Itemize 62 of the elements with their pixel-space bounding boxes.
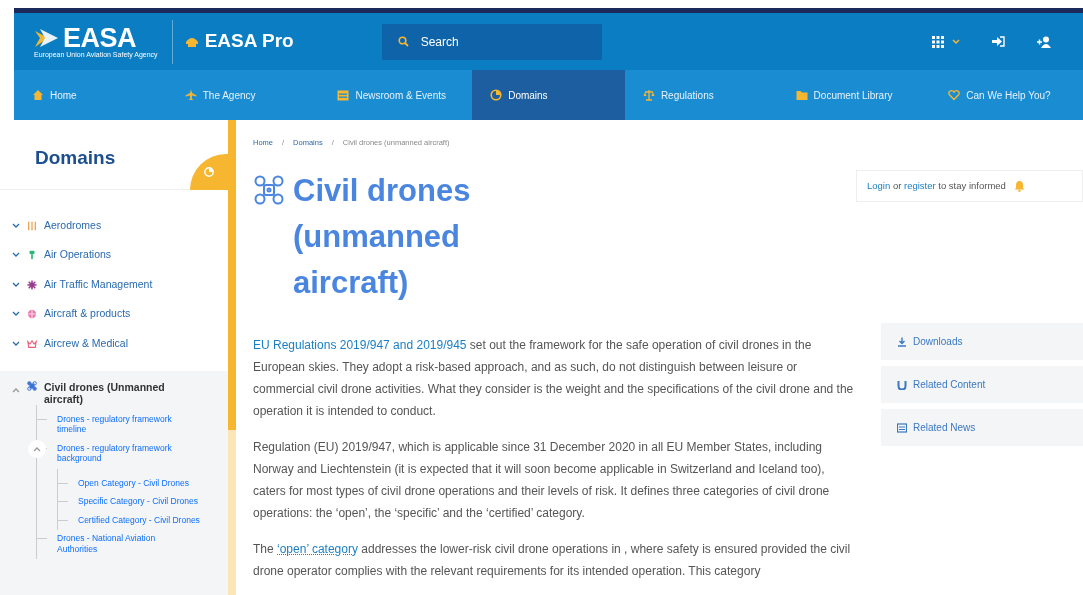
pie-chart-icon xyxy=(490,89,503,101)
side-tab[interactable]: Related Content xyxy=(881,366,1083,403)
collapse-chevron-icon[interactable] xyxy=(12,386,20,393)
folder-icon xyxy=(795,89,808,101)
download-icon xyxy=(897,336,907,347)
nav-tab[interactable]: The Agency xyxy=(166,70,320,120)
search-field[interactable]: Search xyxy=(381,23,602,60)
sidebar-subitem[interactable]: Drones - regulatory framework timeline xyxy=(57,413,187,435)
sidebar-item[interactable]: Aerodromes xyxy=(44,217,102,234)
caret-icon xyxy=(952,38,960,45)
expand-chevron-icon[interactable] xyxy=(12,311,20,318)
nav-tab[interactable]: Domains xyxy=(472,70,625,120)
nav-tab[interactable]: Document Library xyxy=(777,70,931,120)
search-icon xyxy=(397,36,409,47)
newspaper-icon xyxy=(897,422,907,433)
drone-icon xyxy=(253,174,285,207)
sidebar-subitem[interactable]: Specific Category - Civil Drones xyxy=(78,496,208,507)
calendar-icon xyxy=(337,89,350,101)
logo-text: EASA xyxy=(63,24,136,51)
expand-chevron-icon[interactable] xyxy=(12,222,20,229)
sidebar-item[interactable]: Aircraft & products xyxy=(44,306,131,323)
sign-in-icon[interactable] xyxy=(992,36,1005,47)
nav-tab[interactable]: Newsroom & Events xyxy=(319,70,473,120)
paragraph: The ‘open’ category addresses the lower-risk civil drone operations in , where safety is ensured provided the civil drone operator complies with the relevant requirements for its intended operation. This category xyxy=(253,541,852,581)
magnet-icon xyxy=(897,379,907,390)
expand-chevron-icon[interactable] xyxy=(12,281,20,288)
nav-tab[interactable]: Can We Help You? xyxy=(930,70,1083,120)
nav-tab[interactable]: Home xyxy=(14,70,167,120)
sidebar-subitem[interactable]: Open Category - Civil Drones xyxy=(78,477,208,488)
subscribe-text: Login or register to stay informed xyxy=(867,178,1006,193)
pie-chart-icon xyxy=(204,167,214,177)
sidebar-subitem[interactable]: Certified Category - Civil Drones xyxy=(78,514,208,525)
apps-menu-button[interactable] xyxy=(932,35,960,48)
collapse-chevron-icon[interactable] xyxy=(33,445,41,452)
expand-chevron-icon[interactable] xyxy=(12,252,20,259)
product-name: EASA Pro xyxy=(204,29,294,54)
text-link[interactable]: register xyxy=(904,179,936,191)
page-title: Civil drones (unmanned aircraft) xyxy=(293,172,472,303)
sidebar-item[interactable]: Aircrew & Medical xyxy=(44,335,129,352)
scales-icon xyxy=(642,89,655,101)
nav-tab[interactable]: Regulations xyxy=(624,70,778,120)
term-link[interactable]: ‘open’ category xyxy=(277,542,358,557)
text-link[interactable]: EU Regulations 2019/947 and 2019/945 xyxy=(253,338,467,353)
side-tab[interactable]: Related News xyxy=(881,409,1083,446)
paragraph: Regulation (EU) 2019/947, which is applicable since 31 December 2020 in all EU Member States, including Norway and Liechtenstein (it is expected that it will soon become applicable in Switzerland and Iceland too), caters for most types of civil drone operations and their levels of risk. It defines three categories of civil drone operations: the ‘open’, the ‘specific’ and the ‘certified’ category. xyxy=(253,439,831,523)
logo-icon xyxy=(34,26,60,49)
scrollbar[interactable] xyxy=(228,120,236,595)
heart-icon xyxy=(948,89,961,101)
sidebar-subitem[interactable]: Drones - regulatory framework background xyxy=(57,442,187,464)
sidebar-item[interactable]: Civil drones (Unmanned aircraft) xyxy=(44,380,184,405)
text-link[interactable]: Login xyxy=(867,179,891,191)
sidebar-item[interactable]: Air Operations xyxy=(44,247,112,264)
sidebar-subitem[interactable]: Drones - National Aviation Authorities xyxy=(57,533,187,554)
sidebar-item[interactable]: Air Traffic Management xyxy=(44,276,153,293)
grid-icon xyxy=(932,35,944,48)
add-user-icon[interactable] xyxy=(1037,35,1051,48)
side-tab[interactable]: Downloads xyxy=(881,323,1083,360)
search-input[interactable]: Search xyxy=(418,23,599,60)
home-icon xyxy=(32,89,44,101)
paragraph: EU Regulations 2019/947 and 2019/945 set out the framework for the safe operation of civil drones in the European skies. They adopt a risk-based approach, and as such, do not distinguish between leisure or commercial civil drone activities. What they consider is the weight and the specifications of the civil drone and the operation it is intended to conduct. xyxy=(253,337,855,421)
plane-icon xyxy=(184,89,197,101)
expand-chevron-icon[interactable] xyxy=(12,340,20,347)
